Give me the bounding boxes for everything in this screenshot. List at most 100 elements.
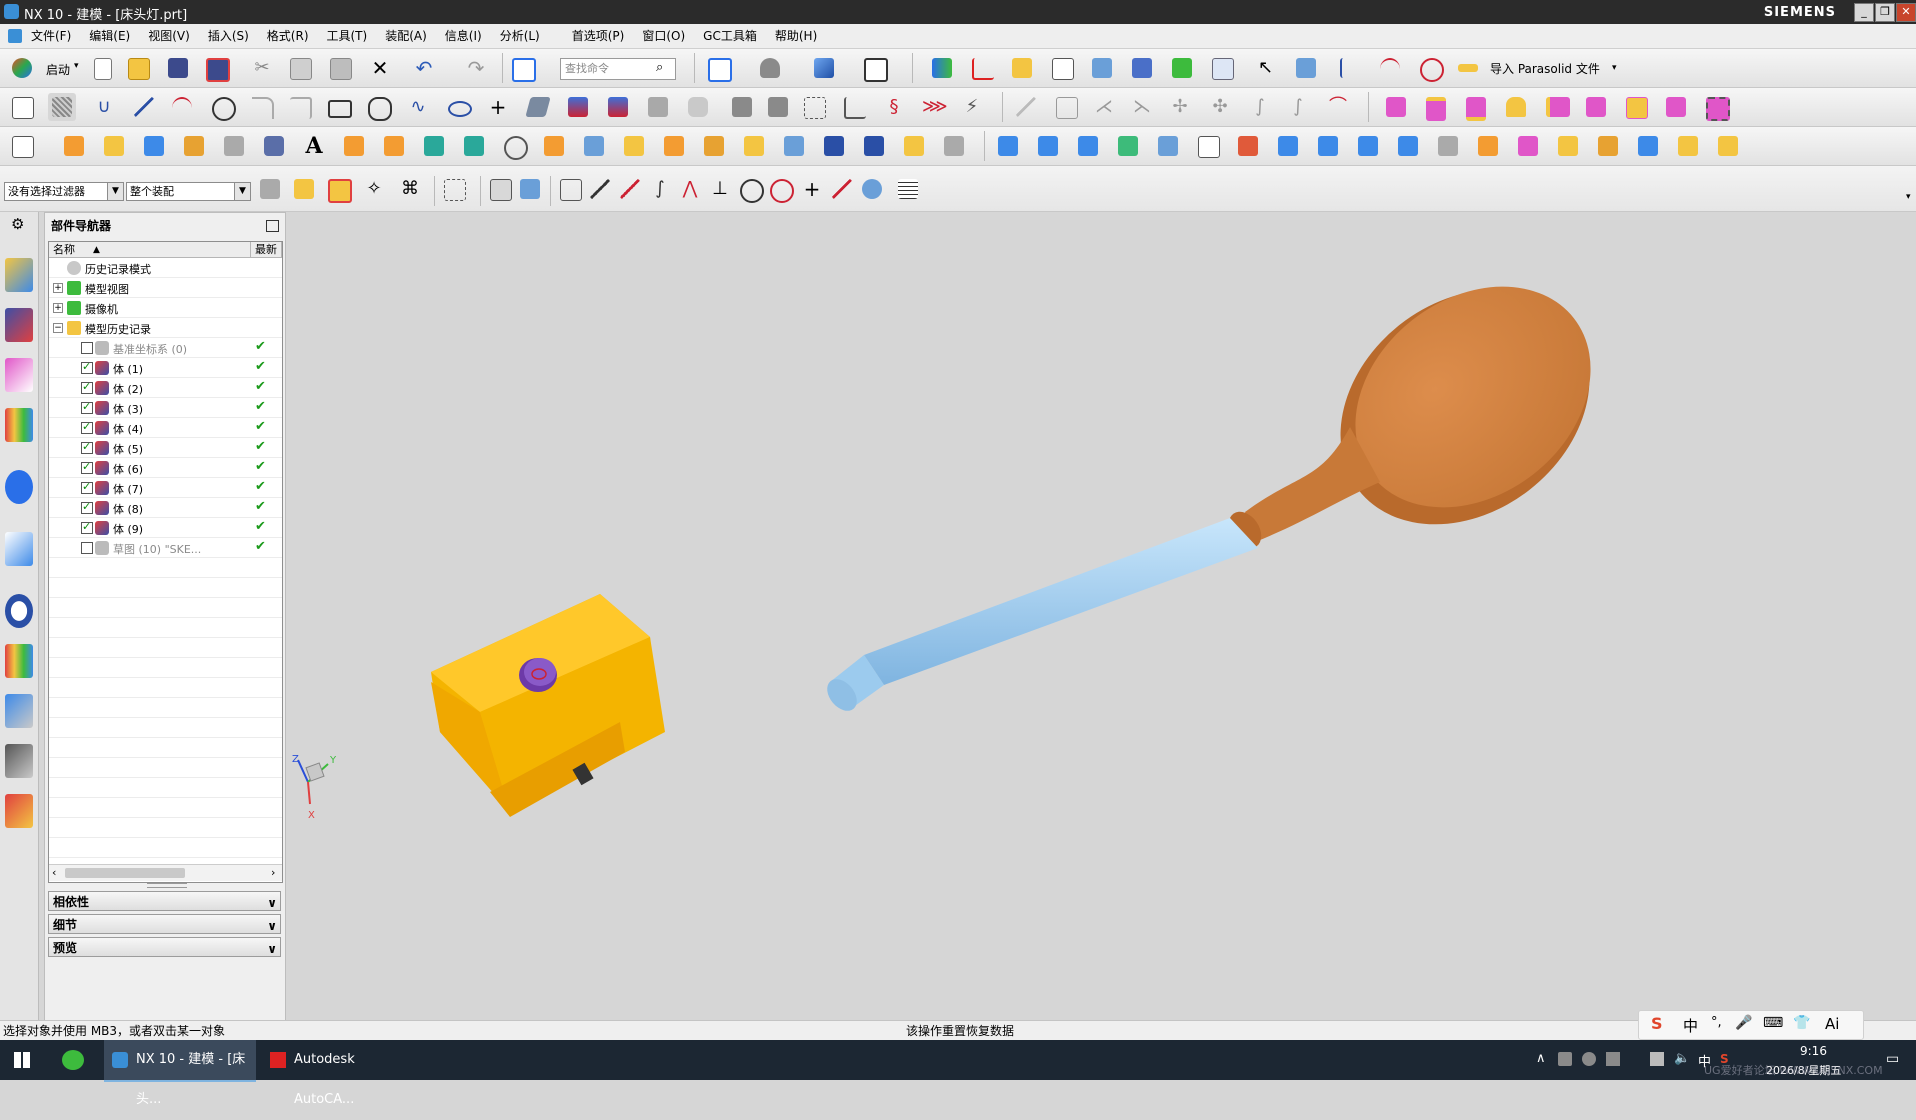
tree-row[interactable]: 草图 (10) "SKE... ✔ [49, 538, 282, 558]
tree-row[interactable]: 体 (4) ✔ [49, 418, 282, 438]
draft-icon[interactable] [620, 132, 648, 160]
start-label[interactable]: 启动 [46, 61, 70, 78]
menu-format[interactable]: 格式(R) [258, 24, 318, 48]
edge-blend-icon[interactable] [660, 132, 688, 160]
snap-icon[interactable] [1292, 54, 1320, 82]
polygon-icon[interactable] [364, 93, 392, 121]
rectangle-icon[interactable] [324, 93, 352, 121]
menu-insert[interactable]: 插入(S) [199, 24, 258, 48]
app-menu-icon[interactable] [8, 29, 22, 43]
notification-icon[interactable]: ▭ [1886, 1051, 1899, 1067]
expand-icon[interactable]: + [53, 283, 63, 293]
gear-icon[interactable]: ⚙ [11, 215, 24, 233]
arc-icon[interactable] [1376, 54, 1404, 82]
manufacturing-wizard-icon[interactable] [5, 744, 33, 778]
menu-edit[interactable]: 编辑(E) [80, 24, 139, 48]
ime-chinese-mode[interactable]: 中 [1683, 1015, 1698, 1036]
filter-settings-icon[interactable] [256, 175, 284, 203]
thicken-icon[interactable] [1274, 132, 1302, 160]
chamfer-edge-icon[interactable] [700, 132, 728, 160]
ruler-icon[interactable] [1454, 54, 1482, 82]
select-icon[interactable]: ↖ [1254, 54, 1282, 82]
join-icon[interactable] [684, 93, 712, 121]
circle-icon[interactable] [208, 93, 236, 121]
scrollbar-thumb[interactable] [65, 868, 185, 878]
power-button[interactable] [519, 658, 557, 692]
scroll-left-icon[interactable]: ‹ [52, 866, 56, 879]
trim-body-icon[interactable] [500, 132, 528, 160]
chevron-down-icon[interactable]: ▾ [74, 61, 79, 71]
snap-line-icon[interactable] [616, 175, 644, 203]
snap-onpoint-icon[interactable] [828, 175, 856, 203]
tray-overflow-icon[interactable]: ∧ [1536, 1051, 1546, 1066]
global-shaping-icon[interactable] [1554, 132, 1582, 160]
delete-icon[interactable]: ✕ [366, 54, 394, 82]
visibility-checkbox[interactable] [81, 380, 93, 394]
project-curve-icon[interactable] [604, 93, 632, 121]
constraint-icon[interactable] [840, 93, 868, 121]
visibility-checkbox[interactable] [81, 342, 93, 354]
pattern-icon[interactable] [340, 132, 368, 160]
assembly-navigator-icon[interactable] [5, 258, 33, 292]
sketch-icon[interactable] [8, 93, 36, 121]
clock-time[interactable]: 9:16 [1800, 1044, 1827, 1058]
snap-intersection-icon[interactable]: ⋀ [676, 175, 704, 203]
snap-face-icon[interactable] [858, 175, 886, 203]
graphics-window[interactable]: Z Y X [290, 212, 1916, 1020]
shell-icon[interactable] [740, 132, 768, 160]
bridge-icon[interactable] [728, 93, 756, 121]
offset-curve-icon[interactable] [564, 93, 592, 121]
fit-view-icon[interactable] [508, 54, 536, 82]
roles-icon[interactable] [5, 794, 33, 828]
extend-sheet-icon[interactable] [1354, 132, 1382, 160]
select-point-icon[interactable]: ✧ [360, 175, 388, 203]
menu-help[interactable]: 帮助(H) [766, 24, 826, 48]
preview-panel[interactable]: 预览 ∨ [48, 937, 281, 957]
menu-assembly[interactable]: 装配(A) [376, 24, 436, 48]
visibility-checkbox[interactable] [81, 542, 93, 554]
volume-icon[interactable]: 🔈 [1674, 1051, 1690, 1066]
selection-scope-dropdown[interactable]: 整个装配 ▼ [126, 182, 251, 201]
ai-assistant-icon[interactable]: Ai [1825, 1015, 1839, 1033]
process-studio-icon[interactable] [5, 694, 33, 728]
select-solid-icon[interactable] [486, 175, 514, 203]
copy-icon[interactable] [286, 54, 314, 82]
undo-icon[interactable]: ↶ [410, 54, 438, 82]
plane-icon[interactable] [524, 93, 552, 121]
menu-view[interactable]: 视图(V) [139, 24, 199, 48]
table-icon[interactable] [1208, 54, 1236, 82]
tree-row[interactable]: 基准坐标系 (0) ✔ [49, 338, 282, 358]
cylinder-icon[interactable] [260, 132, 288, 160]
subtract-icon[interactable] [420, 132, 448, 160]
chevron-down-icon[interactable]: ∨ [267, 939, 277, 959]
snap-curve-icon[interactable]: ∫ [646, 175, 674, 203]
visibility-checkbox[interactable] [81, 480, 93, 494]
tree-row[interactable]: + 摄像机 [49, 298, 282, 318]
tree-row[interactable]: 体 (7) ✔ [49, 478, 282, 498]
thread-icon[interactable] [220, 132, 248, 160]
tree-row[interactable]: 历史记录模式 [49, 258, 282, 278]
tree-row[interactable]: 体 (5) ✔ [49, 438, 282, 458]
chamfer-icon[interactable] [286, 93, 314, 121]
mirror-body-icon[interactable] [780, 132, 808, 160]
law-curve-icon[interactable]: ⋙ [918, 93, 948, 121]
revolve-icon[interactable] [100, 132, 128, 160]
sweep-icon[interactable] [140, 132, 168, 160]
taskbar-autocad-app[interactable]: Autodesk AutoCA... [262, 1040, 414, 1107]
split-body-icon[interactable] [540, 132, 568, 160]
offset-surface-icon[interactable] [1394, 132, 1422, 160]
trim-sheet-icon[interactable] [1314, 132, 1342, 160]
visibility-checkbox[interactable] [81, 360, 93, 374]
emboss-icon[interactable] [900, 132, 928, 160]
section-icon[interactable] [1168, 54, 1196, 82]
cut-icon[interactable]: ✂ [248, 54, 276, 82]
grid-icon[interactable] [48, 93, 76, 121]
select-curve-icon[interactable]: ⌘ [396, 175, 424, 203]
offset-face-icon[interactable] [580, 132, 608, 160]
rectangle-select-icon[interactable] [440, 175, 468, 203]
through-curves-icon[interactable] [994, 132, 1022, 160]
lamp-shade[interactable] [1222, 241, 1636, 573]
curve-edit-1-icon[interactable] [1012, 93, 1040, 121]
snap-midpoint-icon[interactable] [586, 175, 614, 203]
start-icon[interactable] [8, 54, 36, 82]
